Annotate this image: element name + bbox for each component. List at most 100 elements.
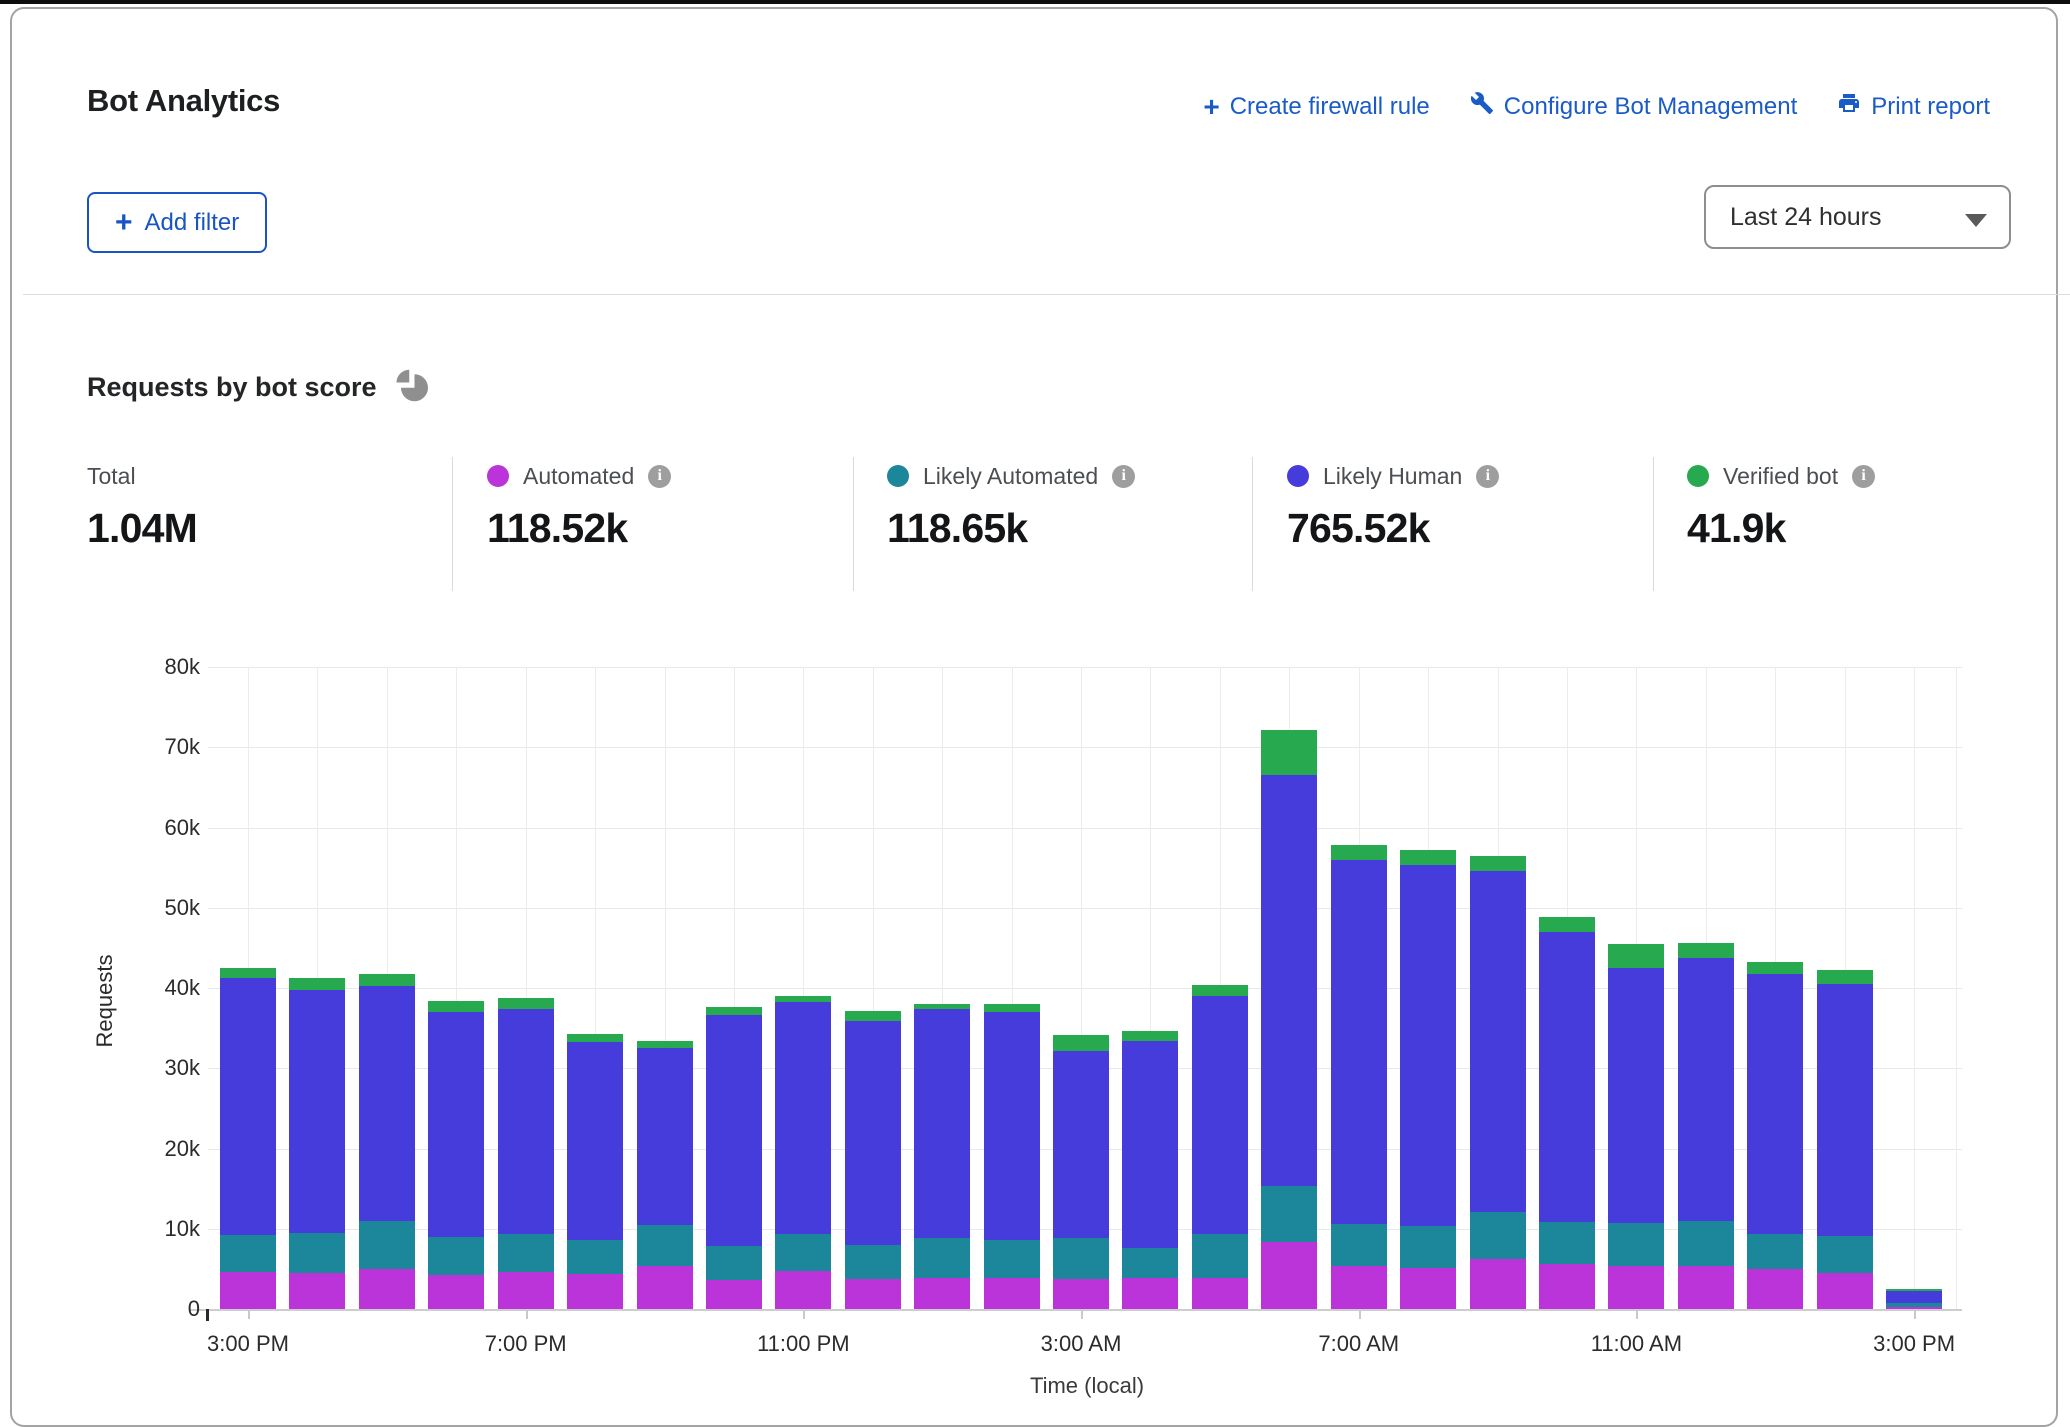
- stacked-bar-chart[interactable]: [208, 667, 1962, 1309]
- bar-500am[interactable]: [1192, 985, 1248, 1309]
- segment-automated: [428, 1275, 484, 1310]
- segment-automated: [1122, 1278, 1178, 1309]
- x-tick: [248, 1311, 250, 1319]
- wrench-icon: [1470, 91, 1494, 122]
- bar-600am[interactable]: [1261, 730, 1317, 1309]
- segment-automated: [706, 1280, 762, 1309]
- segment-likely-human: [220, 978, 276, 1236]
- bar-400am[interactable]: [1122, 1031, 1178, 1309]
- bar-1000am[interactable]: [1539, 917, 1595, 1309]
- stat-divider: [1653, 457, 1654, 591]
- segment-likely-automated: [1817, 1236, 1873, 1273]
- x-axis-line: [190, 1309, 1962, 1311]
- info-icon[interactable]: i: [1476, 465, 1499, 488]
- segment-likely-automated: [567, 1240, 623, 1274]
- segment-likely-human: [845, 1021, 901, 1245]
- info-icon[interactable]: i: [1852, 465, 1875, 488]
- segment-likely-automated: [706, 1246, 762, 1281]
- x-tick-label: 3:00 PM: [1834, 1331, 1994, 1357]
- stat-likely-human-label: Likely Human: [1323, 463, 1462, 490]
- segment-verified-bot: [1192, 985, 1248, 996]
- stat-divider: [1252, 457, 1253, 591]
- stat-likely-automated-label: Likely Automated: [923, 463, 1098, 490]
- x-tick: [1636, 1311, 1638, 1319]
- segment-likely-automated: [1470, 1212, 1526, 1259]
- gridline: [208, 667, 1962, 668]
- bar-1200pm[interactable]: [1678, 943, 1734, 1309]
- segment-likely-human: [289, 990, 345, 1233]
- segment-verified-bot: [498, 998, 554, 1008]
- create-firewall-rule-link[interactable]: + Create firewall rule: [1203, 93, 1429, 121]
- stat-automated-label: Automated: [523, 463, 634, 490]
- bar-500pm[interactable]: [359, 974, 415, 1309]
- bar-600pm[interactable]: [428, 1001, 484, 1309]
- configure-bot-management-link[interactable]: Configure Bot Management: [1470, 91, 1798, 122]
- bar-100pm[interactable]: [1747, 962, 1803, 1309]
- segment-automated: [1400, 1268, 1456, 1309]
- segment-automated: [1470, 1259, 1526, 1309]
- bar-1000pm[interactable]: [706, 1007, 762, 1309]
- segment-likely-automated: [1192, 1234, 1248, 1277]
- bar-300pm[interactable]: [1886, 1289, 1942, 1309]
- verified-bot-dot-icon: [1687, 465, 1709, 487]
- segment-automated: [289, 1273, 345, 1309]
- bar-1100am[interactable]: [1608, 944, 1664, 1309]
- segment-verified-bot: [1331, 845, 1387, 859]
- segment-likely-human: [1470, 871, 1526, 1212]
- bar-100am[interactable]: [914, 1004, 970, 1309]
- bar-400pm[interactable]: [289, 978, 345, 1309]
- segment-likely-human: [1678, 958, 1734, 1221]
- bar-800am[interactable]: [1400, 850, 1456, 1309]
- bar-800pm[interactable]: [567, 1034, 623, 1309]
- bar-200pm[interactable]: [1817, 970, 1873, 1309]
- bar-900pm[interactable]: [637, 1041, 693, 1309]
- bar-700pm[interactable]: [498, 998, 554, 1309]
- stat-verified-bot: Verified bot i 41.9k: [1687, 461, 1875, 552]
- bar-700am[interactable]: [1331, 845, 1387, 1309]
- plus-icon: +: [115, 208, 133, 238]
- stat-automated: Automated i 118.52k: [487, 461, 671, 552]
- info-icon[interactable]: i: [1112, 465, 1135, 488]
- segment-automated: [1192, 1278, 1248, 1309]
- segment-verified-bot: [1400, 850, 1456, 865]
- segment-likely-automated: [1747, 1234, 1803, 1269]
- segment-likely-human: [1192, 996, 1248, 1234]
- bar-200am[interactable]: [984, 1004, 1040, 1309]
- x-tick: [1359, 1311, 1361, 1319]
- stat-total: Total 1.04M: [87, 461, 197, 552]
- segment-likely-automated: [1261, 1186, 1317, 1241]
- segment-automated: [567, 1274, 623, 1309]
- segment-likely-human: [1400, 865, 1456, 1225]
- segment-verified-bot: [1539, 917, 1595, 931]
- bar-900am[interactable]: [1470, 856, 1526, 1309]
- segment-likely-automated: [289, 1233, 345, 1273]
- segment-automated: [775, 1271, 831, 1309]
- x-tick: [526, 1311, 528, 1319]
- segment-automated: [1261, 1242, 1317, 1309]
- segment-verified-bot: [1261, 730, 1317, 776]
- segment-verified-bot: [845, 1011, 901, 1021]
- segment-likely-automated: [775, 1234, 831, 1272]
- segment-automated: [220, 1272, 276, 1309]
- add-filter-button[interactable]: + Add filter: [87, 192, 267, 253]
- header-divider: [23, 294, 2070, 295]
- info-icon[interactable]: i: [648, 465, 671, 488]
- segment-likely-human: [984, 1012, 1040, 1240]
- x-tick-label: 11:00 PM: [723, 1331, 883, 1357]
- bar-300am[interactable]: [1053, 1035, 1109, 1309]
- create-firewall-rule-label: Create firewall rule: [1230, 93, 1430, 121]
- segment-likely-automated: [359, 1221, 415, 1269]
- bar-1200am[interactable]: [845, 1011, 901, 1309]
- y-tick-label: 60k: [40, 815, 200, 841]
- segment-likely-automated: [1678, 1221, 1734, 1267]
- y-tick-label: 0: [40, 1296, 200, 1322]
- printer-icon: [1837, 91, 1861, 122]
- bar-1100pm[interactable]: [775, 996, 831, 1309]
- segment-verified-bot: [984, 1004, 1040, 1012]
- time-range-dropdown[interactable]: Last 24 hours: [1704, 185, 2011, 249]
- print-report-link[interactable]: Print report: [1837, 91, 1990, 122]
- segment-likely-human: [775, 1002, 831, 1233]
- y-tick-label: 20k: [40, 1136, 200, 1162]
- stat-likely-human-value: 765.52k: [1287, 505, 1499, 552]
- bar-300pm[interactable]: [220, 968, 276, 1309]
